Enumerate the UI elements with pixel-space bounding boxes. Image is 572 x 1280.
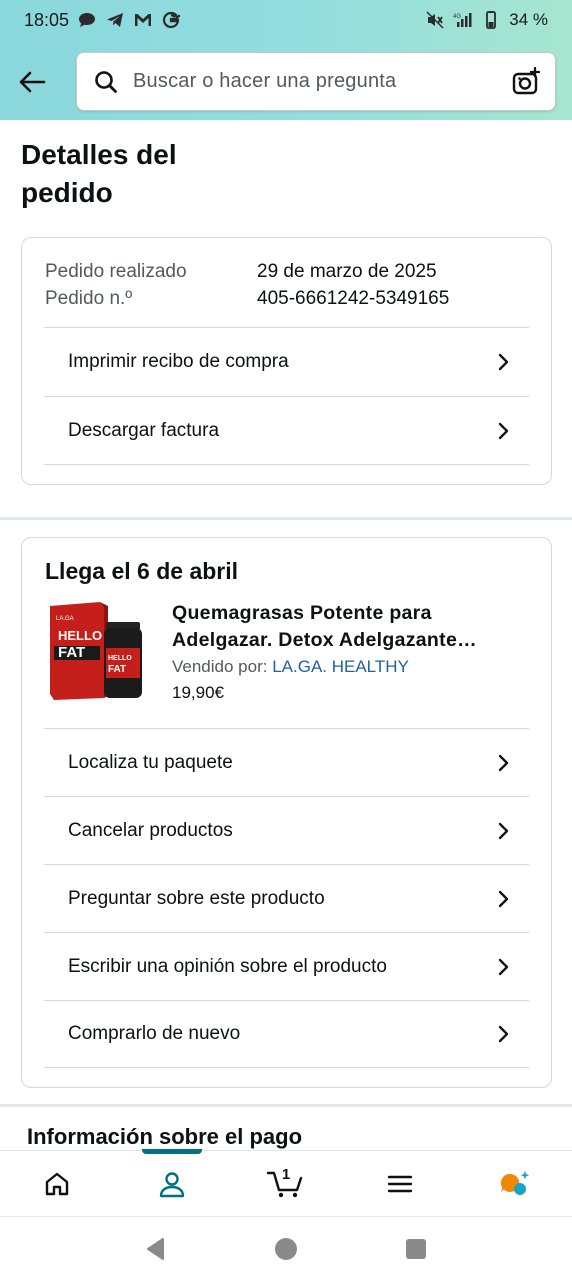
sold-by-label: Vendido por:: [172, 657, 268, 676]
delivery-actions-list: Localiza tu paquete Cancelar productos P…: [44, 728, 529, 1068]
write-review-row[interactable]: Escribir una opinión sobre el producto: [44, 932, 529, 1000]
svg-text:HELLO: HELLO: [108, 655, 132, 662]
nav-menu[interactable]: [343, 1151, 457, 1217]
page-title: Detalles del pedido: [21, 139, 177, 208]
print-receipt-row[interactable]: Imprimir recibo de compra: [44, 327, 529, 396]
chevron-right-icon: [498, 754, 509, 771]
order-info-card: Pedido realizado 29 de marzo de 2025 Ped…: [21, 237, 552, 485]
seller-line: Vendido por: LA.GA. HEALTHY: [172, 657, 529, 677]
status-bar: 18:05 4G 34 %: [0, 0, 572, 40]
seller-link[interactable]: LA.GA. HEALTHY: [272, 657, 409, 676]
gmail-icon: [135, 14, 152, 26]
nav-rufus[interactable]: [458, 1151, 572, 1217]
rufus-assistant-icon: [500, 1170, 530, 1195]
battery-percent: 34 %: [509, 10, 548, 29]
square-recents-icon: [406, 1238, 426, 1259]
ask-product-row[interactable]: Preguntar sobre este producto: [44, 864, 529, 932]
search-bar[interactable]: [76, 52, 556, 111]
product-brand-text: LA.GA: [56, 616, 74, 622]
payment-info-heading: Información sobre el pago: [27, 1124, 303, 1149]
product-box-image: LA.GA HELLO FAT HELLO FAT: [50, 602, 142, 700]
chevron-right-icon: [498, 890, 509, 907]
menu-icon: [388, 1175, 413, 1192]
status-time: 18:05: [24, 9, 70, 30]
delivery-date-title: Llega el 6 de abril: [45, 558, 239, 584]
chevron-right-icon: [498, 422, 509, 439]
nav-cart[interactable]: 1: [229, 1151, 343, 1217]
arrow-left-icon: [19, 71, 46, 93]
order-number-row: Pedido n.º 405-6661242-5349165: [45, 285, 528, 312]
buy-again-row[interactable]: Comprarlo de nuevo: [44, 1000, 529, 1068]
camera-lens-icon[interactable]: [511, 66, 541, 97]
order-meta: Pedido realizado 29 de marzo de 2025 Ped…: [22, 238, 551, 312]
system-nav-bar: [0, 1216, 572, 1280]
chevron-right-icon: [498, 1025, 509, 1043]
active-tab-indicator: [141, 1148, 202, 1154]
chevron-right-icon: [498, 353, 509, 371]
app-header: 18:05 4G 34 %: [0, 0, 572, 120]
telegram-icon: [107, 13, 124, 27]
mute-icon: [426, 11, 444, 29]
print-receipt-label: Imprimir recibo de compra: [68, 351, 289, 372]
product-image-text-bottom: FAT: [58, 644, 85, 661]
section-divider: [0, 1104, 572, 1107]
product-info: Quemagrasas Potente para Adelgazar. Deto…: [172, 600, 529, 730]
cart-count-badge: 1: [281, 1165, 291, 1183]
bottom-nav: 1: [0, 1148, 572, 1217]
triangle-back-icon: [147, 1237, 164, 1260]
ask-product-label: Preguntar sobre este producto: [68, 887, 325, 909]
product-image[interactable]: LA.GA HELLO FAT HELLO FAT: [44, 600, 148, 704]
order-actions-list: Imprimir recibo de compra Descargar fact…: [44, 327, 529, 465]
product-image-text-top: HELLO: [58, 628, 102, 643]
system-back-button[interactable]: [141, 1234, 171, 1264]
order-number-value: 405-6661242-5349165: [257, 288, 450, 309]
circle-home-icon: [275, 1237, 297, 1260]
section-divider: [0, 517, 572, 520]
system-home-button[interactable]: [271, 1234, 301, 1264]
system-recents-button[interactable]: [401, 1234, 431, 1264]
nav-home[interactable]: [0, 1151, 114, 1217]
track-package-row[interactable]: Localiza tu paquete: [44, 728, 529, 796]
delivery-card: Llega el 6 de abril LA.GA HELLO FAT HELL…: [21, 537, 552, 1088]
signal-icon: 4G: [453, 13, 472, 27]
svg-text:4G: 4G: [453, 14, 461, 20]
google-icon: [162, 11, 181, 29]
search-input[interactable]: [133, 70, 511, 93]
download-invoice-row[interactable]: Descargar factura: [44, 396, 529, 465]
buy-again-label: Comprarlo de nuevo: [68, 1023, 241, 1044]
track-package-label: Localiza tu paquete: [68, 751, 233, 773]
write-review-label: Escribir una opinión sobre el producto: [68, 955, 387, 977]
chevron-right-icon: [498, 822, 509, 839]
svg-text:FAT: FAT: [108, 664, 126, 675]
order-date-row: Pedido realizado 29 de marzo de 2025: [45, 258, 528, 285]
product-price: 19,90€: [172, 683, 224, 702]
battery-icon: [486, 11, 497, 29]
home-icon: [46, 1172, 69, 1195]
cancel-items-label: Cancelar productos: [68, 819, 233, 841]
chevron-right-icon: [498, 958, 509, 975]
order-date-value: 29 de marzo de 2025: [257, 261, 437, 282]
order-date-label: Pedido realizado: [45, 261, 187, 282]
order-number-label: Pedido n.º: [45, 288, 133, 309]
back-button[interactable]: [12, 62, 52, 102]
download-invoice-label: Descargar factura: [68, 419, 220, 441]
product-title[interactable]: Quemagrasas Potente para Adelgazar. Deto…: [172, 600, 529, 654]
user-icon: [159, 1171, 184, 1197]
chat-bubble-icon: [79, 13, 96, 27]
search-icon: [95, 70, 117, 93]
nav-account[interactable]: [114, 1148, 228, 1217]
cancel-items-row[interactable]: Cancelar productos: [44, 796, 529, 864]
product-item[interactable]: LA.GA HELLO FAT HELLO FAT Quemagrasas Po…: [44, 600, 529, 730]
